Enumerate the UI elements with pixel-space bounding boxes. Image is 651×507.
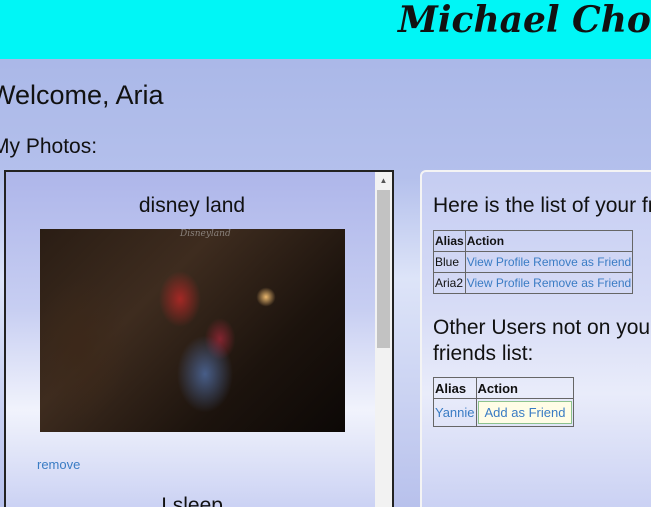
photos-heading: My Photos: [0,135,98,158]
photo-watermark: Disneyland [180,229,231,239]
other-users-table: Alias Action Yannie Add as Friend [433,377,575,427]
add-friend-button[interactable]: Add as Friend [477,401,573,424]
photo-title: I sleep [161,494,223,507]
view-profile-link[interactable]: View Profile [467,276,530,290]
photos-scrollbar[interactable]: ▲ [375,172,392,507]
friends-panel: Here is the list of your friends: Alias … [420,170,651,507]
table-row: Blue View Profile Remove as Friend [433,251,634,273]
user-actions: Add as Friend [475,398,575,427]
friend-alias: Blue [433,251,466,273]
table-header-row: Alias Action [433,230,634,252]
photos-panel[interactable]: disney land Disneyland remove I sleep ▲ [4,170,394,507]
friend-actions: View Profile Remove as Friend [464,251,634,273]
photo-title: disney land [138,194,246,217]
friend-alias: Aria2 [433,272,466,294]
user-alias-link[interactable]: Yannie [433,398,477,427]
remove-friend-link[interactable]: Remove as Friend [533,276,631,290]
table-row: Yannie Add as Friend [433,398,575,427]
site-header: Michael Choista [0,0,651,59]
scroll-thumb[interactable] [377,190,390,348]
column-header-action: Action [464,230,634,252]
table-row: Aria2 View Profile Remove as Friend [433,272,634,294]
other-users-heading: Other Users not on your friends list: [433,316,651,365]
friend-actions: View Profile Remove as Friend [464,272,634,294]
table-header-row: Alias Action [433,377,575,399]
scroll-up-arrow-icon[interactable]: ▲ [375,174,392,188]
column-header-action: Action [475,377,575,399]
column-header-alias: Alias [433,230,466,252]
remove-friend-link[interactable]: Remove as Friend [533,255,631,269]
remove-photo-link[interactable]: remove [37,457,80,472]
column-header-alias: Alias [433,377,477,399]
welcome-message: Welcome, Aria [0,80,164,110]
friends-list-heading: Here is the list of your friends: [433,194,651,217]
friends-table: Alias Action Blue View Profile Remove as… [433,230,634,294]
view-profile-link[interactable]: View Profile [467,255,530,269]
site-title: Michael Choista [398,0,651,41]
photo-image: Disneyland [40,229,345,432]
